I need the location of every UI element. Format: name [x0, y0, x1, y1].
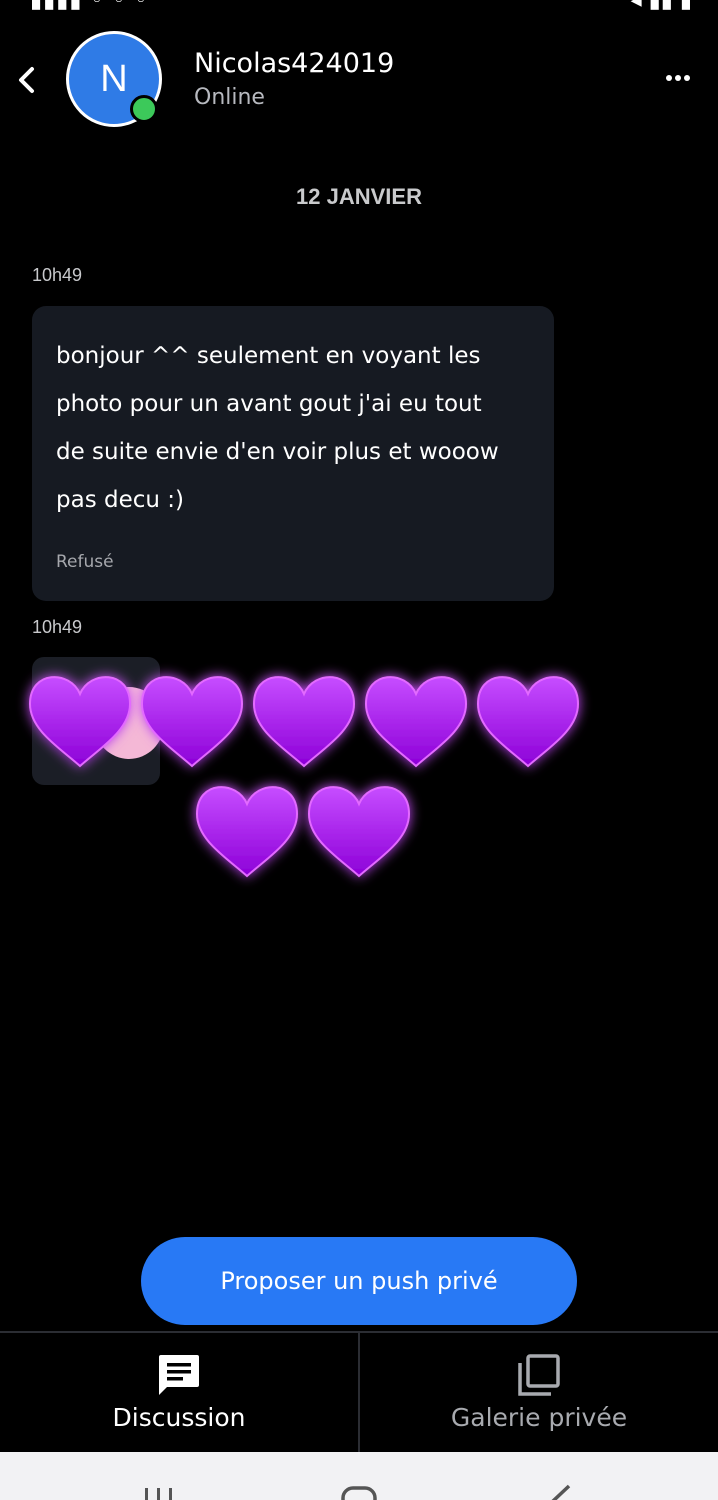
heart-icon [477, 676, 579, 767]
message-text: bonjour ^^ seulement en voyant les photo… [56, 332, 526, 524]
heart-icon [365, 676, 467, 767]
status-bar: ▮▮▮▮ ◦ ◦ ◦ ◂ ▮▮ ▮ [0, 0, 718, 14]
date-separator: 12 JANVIER [296, 184, 422, 209]
home-icon[interactable] [340, 1484, 378, 1500]
message-line: de suite envie d'en voir plus et wooow [56, 439, 499, 465]
message-line: pas decu :) [56, 487, 184, 513]
message-time: 10h49 [32, 265, 83, 285]
more-dots-icon [666, 75, 690, 81]
tab-label: Galerie privée [450, 1403, 628, 1432]
avatar-initial: N [100, 57, 128, 100]
tab-private-gallery[interactable]: Galerie privée [360, 1333, 718, 1452]
chat-icon [159, 1355, 199, 1395]
bottom-tab-bar: Discussion Galerie privée [0, 1331, 718, 1452]
back-nav-icon[interactable] [544, 1484, 574, 1500]
recent-apps-icon[interactable] [142, 1484, 176, 1500]
chevron-left-icon [19, 67, 34, 93]
back-button[interactable] [8, 60, 44, 100]
heart-icon [253, 676, 355, 767]
heart-icon [308, 786, 410, 877]
message-line: bonjour ^^ seulement en voyant les [56, 343, 481, 369]
chat-header: N Nicolas424019 Online [0, 14, 718, 144]
online-indicator [130, 95, 158, 123]
media-preview [94, 687, 160, 759]
heart-icon [196, 786, 298, 877]
message-bubble[interactable]: bonjour ^^ seulement en voyant les photo… [32, 306, 554, 601]
status-time: ▮▮▮▮ ◦ ◦ ◦ [30, 0, 149, 13]
tab-label: Discussion [112, 1403, 246, 1432]
status-icons: ◂ ▮▮ ▮ [630, 0, 692, 13]
system-nav-bar [0, 1452, 718, 1500]
propose-push-button[interactable]: Proposer un push privé [141, 1237, 577, 1325]
message-time: 10h49 [32, 617, 83, 637]
gallery-icon [518, 1354, 560, 1396]
contact-status: Online [194, 85, 265, 110]
more-options-button[interactable] [660, 66, 696, 90]
media-message[interactable] [32, 657, 160, 785]
contact-name[interactable]: Nicolas424019 [194, 48, 394, 79]
tab-discussion[interactable]: Discussion [0, 1333, 358, 1452]
message-line: photo pour un avant gout j'ai eu tout [56, 391, 482, 417]
message-status: Refusé [56, 552, 114, 572]
